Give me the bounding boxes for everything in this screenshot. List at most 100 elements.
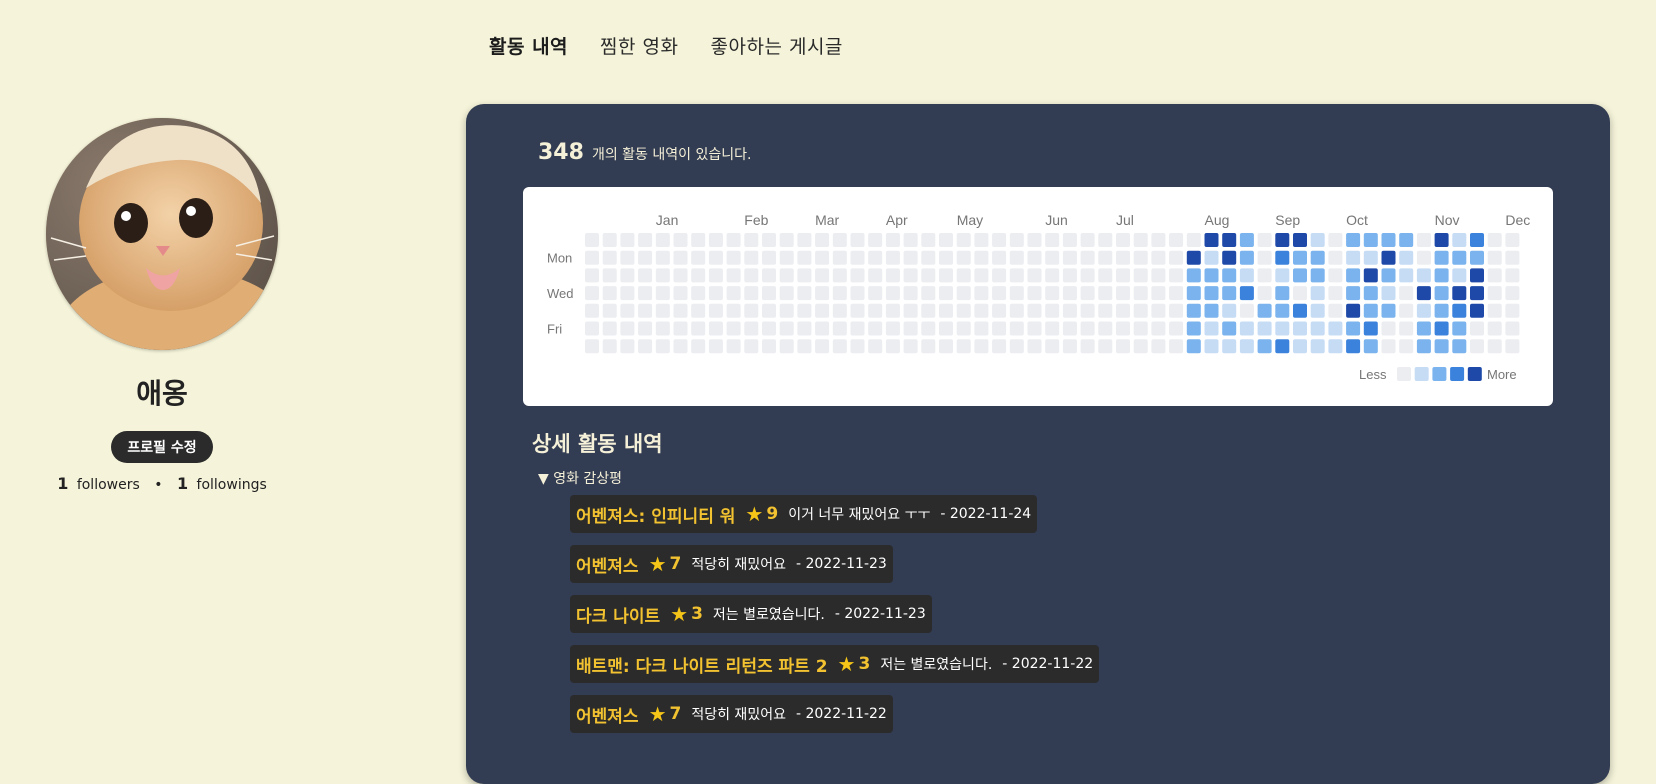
heatmap-cell[interactable] <box>1328 268 1343 283</box>
heatmap-cell[interactable] <box>708 233 723 247</box>
heatmap-cell[interactable] <box>1133 233 1148 247</box>
heatmap-cell[interactable] <box>974 339 989 354</box>
heatmap-cell[interactable] <box>1009 250 1024 265</box>
heatmap-cell[interactable] <box>1257 250 1272 265</box>
heatmap-cell[interactable] <box>1310 286 1325 301</box>
heatmap-cell[interactable] <box>1222 250 1237 265</box>
heatmap-cell[interactable] <box>974 268 989 283</box>
heatmap-cell[interactable] <box>1186 268 1201 283</box>
review-movie-title[interactable]: 어벤져스 <box>576 552 639 577</box>
heatmap-cell[interactable] <box>921 250 936 265</box>
heatmap-cell[interactable] <box>1275 339 1290 354</box>
heatmap-cell[interactable] <box>1257 268 1272 283</box>
heatmap-cell[interactable] <box>585 250 599 265</box>
heatmap-cell[interactable] <box>744 268 759 283</box>
heatmap-cell[interactable] <box>726 233 741 247</box>
heatmap-cell[interactable] <box>797 250 812 265</box>
heatmap-cell[interactable] <box>903 233 918 247</box>
heatmap-cell[interactable] <box>1151 233 1166 247</box>
heatmap-cell[interactable] <box>1416 303 1431 318</box>
heatmap-cell[interactable] <box>673 321 688 336</box>
heatmap-cell[interactable] <box>1346 250 1361 265</box>
heatmap-cell[interactable] <box>903 250 918 265</box>
review-movie-title[interactable]: 어벤져스 <box>576 702 639 727</box>
heatmap-cell[interactable] <box>1045 250 1060 265</box>
heatmap-cell[interactable] <box>691 268 706 283</box>
heatmap-cell[interactable] <box>868 233 883 247</box>
heatmap-cell[interactable] <box>585 321 599 336</box>
tab-favorite-movies[interactable]: 찜한 영화 <box>600 32 678 59</box>
heatmap-cell[interactable] <box>1186 339 1201 354</box>
heatmap-cell[interactable] <box>1116 303 1130 318</box>
heatmap-cell[interactable] <box>956 233 971 247</box>
heatmap-cell[interactable] <box>1293 321 1307 336</box>
heatmap-cell[interactable] <box>1257 233 1272 247</box>
heatmap-cell[interactable] <box>779 321 794 336</box>
heatmap-cell[interactable] <box>815 233 830 247</box>
heatmap-cell[interactable] <box>1363 339 1378 354</box>
heatmap-cell[interactable] <box>832 250 847 265</box>
heatmap-cell[interactable] <box>956 286 971 301</box>
heatmap-cell[interactable] <box>1222 339 1237 354</box>
heatmap-cell[interactable] <box>992 339 1007 354</box>
heatmap-cell[interactable] <box>797 303 812 318</box>
heatmap-cell[interactable] <box>726 250 741 265</box>
review-item[interactable]: 어벤져스 ★ 7 적당히 재밌어요 - 2022-11-23 <box>570 545 893 583</box>
heatmap-cell[interactable] <box>1098 250 1113 265</box>
heatmap-cell[interactable] <box>1027 303 1042 318</box>
heatmap-cell[interactable] <box>1045 268 1060 283</box>
heatmap-cell[interactable] <box>885 233 900 247</box>
heatmap-cell[interactable] <box>638 303 653 318</box>
heatmap-cell[interactable] <box>691 303 706 318</box>
heatmap-cell[interactable] <box>939 286 953 301</box>
heatmap-cell[interactable] <box>1151 339 1166 354</box>
heatmap-cell[interactable] <box>1487 250 1502 265</box>
heatmap-cell[interactable] <box>1169 233 1184 247</box>
heatmap-cell[interactable] <box>1399 303 1414 318</box>
heatmap-cell[interactable] <box>602 303 617 318</box>
heatmap-cell[interactable] <box>1275 233 1290 247</box>
heatmap-cell[interactable] <box>1328 339 1343 354</box>
heatmap-cell[interactable] <box>673 339 688 354</box>
heatmap-cell[interactable] <box>1080 286 1095 301</box>
heatmap-cell[interactable] <box>1045 303 1060 318</box>
heatmap-cell[interactable] <box>1487 339 1502 354</box>
heatmap-cell[interactable] <box>1169 339 1184 354</box>
heatmap-cell[interactable] <box>974 303 989 318</box>
heatmap-cell[interactable] <box>939 233 953 247</box>
heatmap-cell[interactable] <box>620 321 635 336</box>
heatmap-cell[interactable] <box>673 303 688 318</box>
heatmap-cell[interactable] <box>1080 321 1095 336</box>
heatmap-cell[interactable] <box>1434 321 1449 336</box>
heatmap-cell[interactable] <box>903 286 918 301</box>
heatmap-cell[interactable] <box>1416 321 1431 336</box>
heatmap-cell[interactable] <box>1275 321 1290 336</box>
heatmap-cell[interactable] <box>1098 321 1113 336</box>
heatmap-cell[interactable] <box>885 286 900 301</box>
heatmap-cell[interactable] <box>655 250 670 265</box>
heatmap-cell[interactable] <box>1293 233 1307 247</box>
heatmap-cell[interactable] <box>1116 321 1130 336</box>
heatmap-cell[interactable] <box>868 268 883 283</box>
heatmap-cell[interactable] <box>1080 250 1095 265</box>
heatmap-cell[interactable] <box>1487 321 1502 336</box>
heatmap-cell[interactable] <box>1222 303 1237 318</box>
heatmap-cell[interactable] <box>762 339 776 354</box>
heatmap-cell[interactable] <box>956 250 971 265</box>
heatmap-cell[interactable] <box>744 286 759 301</box>
heatmap-cell[interactable] <box>921 339 936 354</box>
heatmap-cell[interactable] <box>602 268 617 283</box>
heatmap-cell[interactable] <box>1062 286 1077 301</box>
heatmap-cell[interactable] <box>655 321 670 336</box>
heatmap-cell[interactable] <box>850 321 865 336</box>
heatmap-cell[interactable] <box>708 303 723 318</box>
heatmap-cell[interactable] <box>939 321 953 336</box>
heatmap-cell[interactable] <box>1257 286 1272 301</box>
review-item[interactable]: 배트맨: 다크 나이트 리턴즈 파트 2 ★ 3 저는 별로였습니다. - 202… <box>570 645 1100 683</box>
heatmap-cell[interactable] <box>638 268 653 283</box>
heatmap-cell[interactable] <box>1310 339 1325 354</box>
heatmap-cell[interactable] <box>1434 233 1449 247</box>
heatmap-cell[interactable] <box>1328 321 1343 336</box>
heatmap-cell[interactable] <box>1346 286 1361 301</box>
heatmap-cell[interactable] <box>673 250 688 265</box>
